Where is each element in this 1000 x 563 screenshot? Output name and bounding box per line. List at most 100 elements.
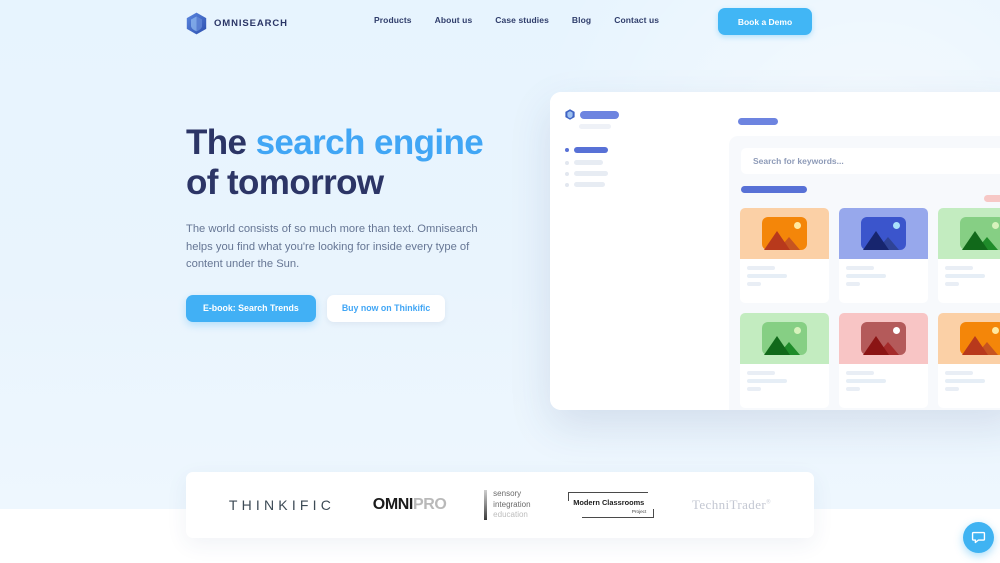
mockup-main: Search for keywords... <box>640 92 1000 410</box>
mcp-rule-bottom <box>582 517 655 518</box>
card-line <box>945 371 973 375</box>
mockup-sidebar <box>550 92 640 410</box>
partner-logo-strip: THINKIFIC OMNIPRO sensory integration ed… <box>186 472 814 538</box>
mockup-topbar-pill <box>738 118 778 125</box>
mountain-icon <box>962 336 998 355</box>
mockup-brand <box>565 109 619 120</box>
buy-now-on-thinkific-button[interactable]: Buy now on Thinkific <box>326 294 446 322</box>
image-placeholder-icon <box>960 322 1000 355</box>
search-placeholder: Search for keywords... <box>753 156 844 166</box>
mockup-filter-pill <box>741 186 807 193</box>
card-line <box>945 266 973 270</box>
mountain-icon <box>962 231 998 250</box>
nav-item-blog[interactable]: Blog <box>572 15 591 25</box>
chat-widget-button[interactable] <box>963 522 994 553</box>
card-line <box>846 266 874 270</box>
card-line <box>945 274 985 278</box>
mcp-rule-right <box>653 509 655 518</box>
hero-title-part2: of tomorrow <box>186 163 384 202</box>
sensory-bar-icon <box>484 490 488 520</box>
main-nav: Products About us Case studies Blog Cont… <box>374 15 659 25</box>
logo-sensory-integration: sensory integration education <box>484 489 531 521</box>
mockup-nav-item[interactable] <box>565 160 603 165</box>
image-placeholder-icon <box>762 217 807 250</box>
card-thumbnail <box>938 313 1000 364</box>
nav-item-contact-us[interactable]: Contact us <box>614 15 659 25</box>
mockup-result-card[interactable] <box>938 208 1000 303</box>
card-line <box>945 379 985 383</box>
mockup-nav-item-active[interactable] <box>565 147 608 153</box>
mountain-icon <box>863 231 899 250</box>
card-line <box>945 282 959 286</box>
card-line <box>846 282 860 286</box>
search-input[interactable]: Search for keywords... <box>741 148 1000 174</box>
chat-bubble-icon <box>971 531 986 544</box>
image-placeholder-icon <box>861 217 906 250</box>
nav-item-about-us[interactable]: About us <box>435 15 473 25</box>
card-text-placeholder <box>740 364 829 391</box>
page-title: The search engine of tomorrow <box>186 123 516 203</box>
mockup-result-card[interactable] <box>839 208 928 303</box>
card-thumbnail <box>740 208 829 259</box>
mockup-result-card[interactable] <box>740 208 829 303</box>
mockup-nav-label <box>574 147 608 153</box>
mcp-subtitle: Project <box>631 509 647 514</box>
bullet-icon <box>565 182 569 187</box>
card-thumbnail <box>839 313 928 364</box>
logo-omnipro: OMNIPRO <box>373 496 447 514</box>
card-text-placeholder <box>938 259 1000 286</box>
hexagon-shield-icon <box>565 109 575 120</box>
mockup-result-card[interactable] <box>740 313 829 408</box>
card-line <box>747 266 775 270</box>
hero-title-part1: The <box>186 123 256 162</box>
page-root: OMNISEARCH Products About us Case studie… <box>0 0 1000 563</box>
nav-item-case-studies[interactable]: Case studies <box>495 15 549 25</box>
sensory-line-2: integration <box>493 499 531 509</box>
brand-name: OMNISEARCH <box>214 18 288 29</box>
bullet-icon <box>565 160 569 165</box>
technitrader-registered-mark: ® <box>766 499 772 506</box>
hero-cta-row: E-book: Search Trends Buy now on Thinkif… <box>186 294 516 322</box>
book-a-demo-button[interactable]: Book a Demo <box>718 8 812 35</box>
logo-omnipro-light: PRO <box>412 496 447 513</box>
mockup-brand-pill <box>580 110 619 119</box>
brand-logo[interactable]: OMNISEARCH <box>186 12 288 35</box>
mountain-icon <box>764 231 800 250</box>
technitrader-text: TechniTrader <box>691 497 767 512</box>
card-line <box>945 387 959 391</box>
logo-technitrader: TechniTrader® <box>692 497 771 513</box>
card-text-placeholder <box>839 259 928 286</box>
mockup-tag-pill <box>984 195 1000 202</box>
logo-omnipro-bold: OMNI <box>372 496 414 513</box>
card-line <box>747 282 761 286</box>
mockup-results-panel: Search for keywords... <box>729 136 1000 410</box>
card-line <box>846 379 886 383</box>
card-text-placeholder <box>938 364 1000 391</box>
card-text-placeholder <box>839 364 928 391</box>
mockup-nav-item[interactable] <box>565 182 605 187</box>
bullet-icon <box>565 171 569 176</box>
ebook-search-trends-button[interactable]: E-book: Search Trends <box>186 294 316 322</box>
hero-title-accent: search engine <box>255 123 484 162</box>
card-line <box>747 274 787 278</box>
mockup-result-card[interactable] <box>839 313 928 408</box>
sensory-line-3: education <box>493 510 528 520</box>
mockup-nav-item[interactable] <box>565 171 608 176</box>
sensory-line-1: sensory <box>493 489 522 499</box>
image-placeholder-icon <box>762 322 807 355</box>
mockup-nav-label <box>574 182 605 187</box>
hexagon-shield-icon <box>186 12 207 35</box>
card-line <box>747 371 775 375</box>
mountain-icon <box>764 336 800 355</box>
mockup-card-grid <box>740 208 1000 408</box>
card-text-placeholder <box>740 259 829 286</box>
mockup-result-card[interactable] <box>938 313 1000 408</box>
card-thumbnail <box>740 313 829 364</box>
card-line <box>846 387 860 391</box>
site-header: OMNISEARCH Products About us Case studie… <box>0 0 1000 44</box>
mcp-rule-top <box>568 492 649 493</box>
hero-subtitle: The world consists of so much more than … <box>186 223 478 270</box>
mockup-brand-subpill <box>579 124 611 129</box>
nav-item-products[interactable]: Products <box>374 15 412 25</box>
card-thumbnail <box>938 208 1000 259</box>
